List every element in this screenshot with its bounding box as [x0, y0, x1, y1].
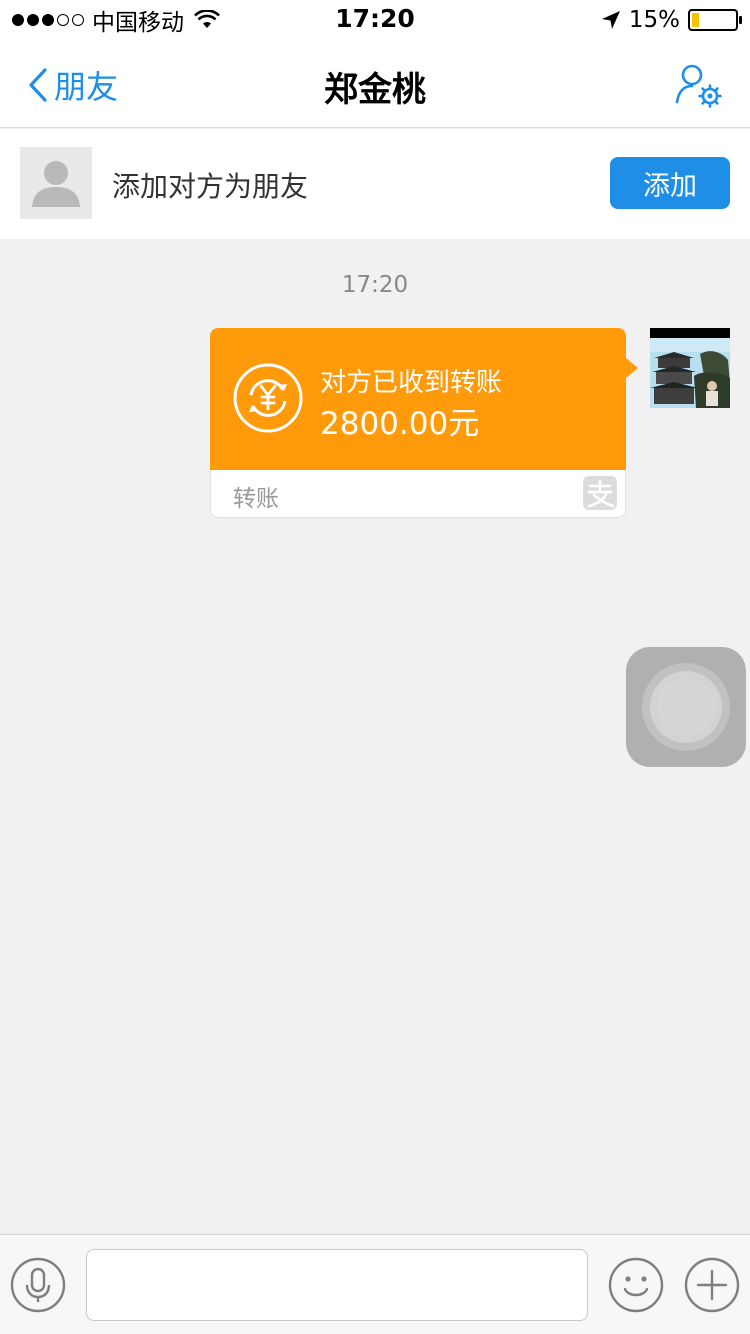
add-friend-button[interactable]: 添加: [610, 157, 730, 209]
battery-level: [692, 13, 699, 27]
sender-avatar[interactable]: [650, 328, 730, 408]
message-input-bar: [0, 1234, 750, 1334]
transfer-yuan-icon: [233, 363, 303, 433]
message-timestamp: 17:20: [341, 272, 409, 298]
add-friend-prompt: 添加对方为朋友: [112, 170, 309, 203]
transfer-message-card[interactable]: 对方已收到转账 2800.00元 转账: [210, 328, 638, 518]
transfer-card-footer: 转账: [210, 470, 626, 518]
transfer-amount: 2800.00元: [320, 406, 480, 442]
assistive-touch-button[interactable]: [626, 647, 746, 767]
status-right: 15%: [601, 6, 742, 34]
battery-percent: 15%: [628, 7, 680, 33]
message-input[interactable]: [86, 1249, 588, 1321]
transfer-card-header: 对方已收到转账 2800.00元: [210, 328, 638, 470]
alipay-icon: [583, 476, 617, 510]
transfer-status: 对方已收到转账: [320, 368, 503, 398]
status-bar: 中国移动 17:20 15%: [0, 0, 750, 40]
default-avatar-icon: [20, 147, 92, 219]
location-arrow-icon: [601, 11, 620, 29]
transfer-label: 转账: [233, 486, 279, 512]
emoji-icon[interactable]: [608, 1257, 664, 1313]
navigation-bar: 朋友 郑金桃: [0, 40, 750, 128]
plus-icon[interactable]: [684, 1257, 740, 1313]
microphone-icon[interactable]: [10, 1257, 66, 1313]
profile-settings-icon[interactable]: [674, 62, 722, 108]
battery-icon: [688, 9, 742, 31]
page-title: 郑金桃: [324, 70, 426, 110]
add-friend-banner: 添加对方为朋友 添加: [0, 129, 750, 239]
